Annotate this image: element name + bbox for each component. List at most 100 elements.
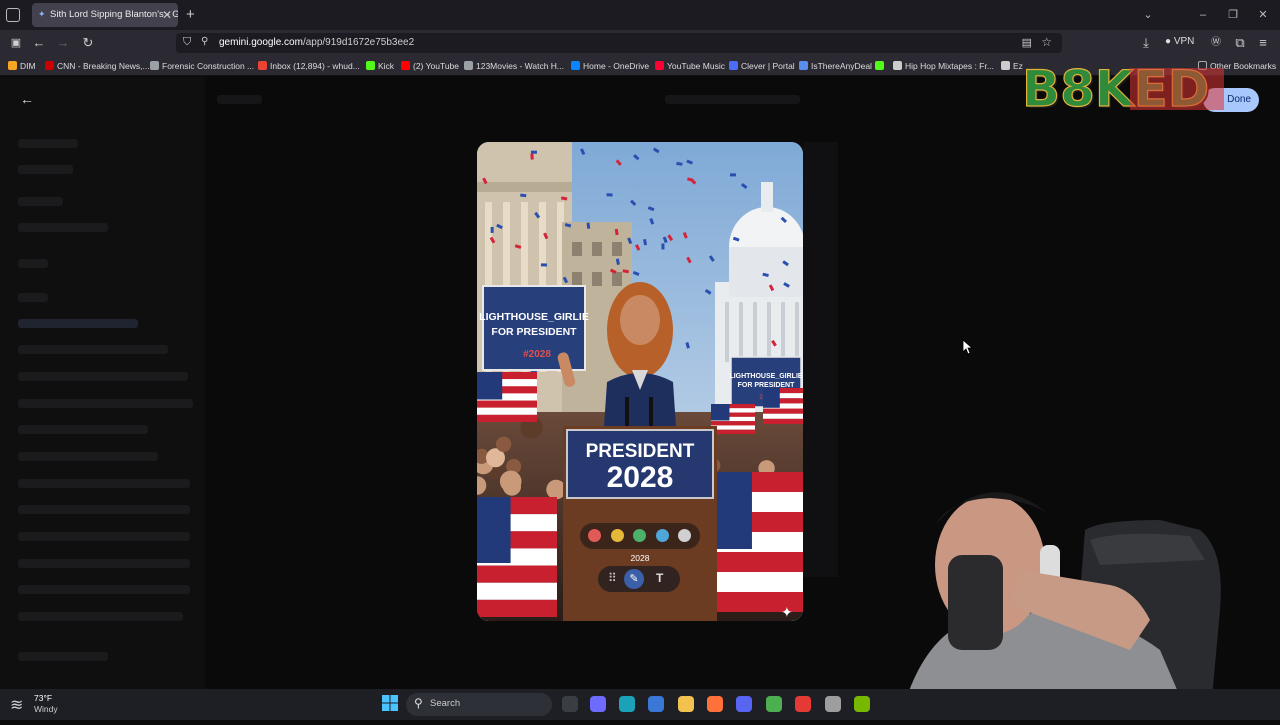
- back-arrow-icon[interactable]: ←: [20, 91, 34, 107]
- color-swatch[interactable]: [610, 529, 624, 542]
- bookmark-favicon-icon: [893, 61, 902, 70]
- youtube-app-icon[interactable]: [795, 696, 811, 712]
- sidebar-placeholder: [18, 612, 183, 621]
- menu-hamburger-icon[interactable]: ≡: [1252, 30, 1274, 56]
- bookmark-item[interactable]: CNN - Breaking News,...: [45, 56, 150, 76]
- reload-icon[interactable]: ↻: [77, 30, 99, 56]
- bookmark-item[interactable]: Clever | Portal: [729, 56, 795, 76]
- minimize-icon[interactable]: –: [1188, 0, 1218, 30]
- tab-title: Sith Lord Sipping Blanton's - G: [50, 9, 178, 20]
- bookmark-label: Home - OneDrive: [583, 61, 650, 71]
- bookmark-item[interactable]: Inbox (12,894) - whud...: [258, 56, 360, 76]
- main-placeholder: [217, 95, 262, 104]
- sidebar-placeholder: [18, 585, 190, 594]
- site-info-icon[interactable]: ⚲: [201, 36, 208, 47]
- store-icon[interactable]: [648, 696, 664, 712]
- bookmark-favicon-icon: [571, 61, 580, 70]
- bookmark-item[interactable]: Forensic Construction ...: [150, 56, 254, 76]
- sidebar-placeholder: [18, 532, 190, 541]
- bookmark-item[interactable]: Ez: [1001, 56, 1023, 76]
- tab-list-icon[interactable]: [6, 8, 20, 22]
- bookmark-item[interactable]: Kick: [366, 56, 394, 76]
- task-view-icon[interactable]: [562, 696, 578, 712]
- sidebar-placeholder: [18, 345, 168, 354]
- bookmark-item[interactable]: 123Movies - Watch H...: [464, 56, 564, 76]
- bookmark-label: Kick: [378, 61, 395, 71]
- bookmark-favicon-icon: [655, 61, 664, 70]
- bookmark-label: DIM: [20, 61, 36, 71]
- firefox-icon[interactable]: [707, 696, 723, 712]
- shield-icon[interactable]: ⛉: [183, 36, 191, 49]
- bookmark-item[interactable]: DIM: [8, 56, 36, 76]
- edit-tools: ⠿ ✎ T: [598, 566, 680, 592]
- restore-icon[interactable]: ❐: [1218, 0, 1248, 30]
- bookmark-label: Clever | Portal: [741, 61, 795, 71]
- bookmark-item[interactable]: Hip Hop Mixtapes : Fr...: [893, 56, 994, 76]
- file-explorer-icon[interactable]: [678, 696, 694, 712]
- sidebar-placeholder: [18, 293, 48, 302]
- copilot-icon[interactable]: [590, 696, 606, 712]
- tab-overflow-chevron-icon[interactable]: ⌄: [1133, 0, 1163, 30]
- sidebar-dimmed: ←: [0, 77, 205, 689]
- text-tool-icon[interactable]: T: [656, 571, 663, 585]
- back-arrow-icon[interactable]: ←: [28, 30, 50, 56]
- bookmark-label: CNN - Breaking News,...: [57, 61, 150, 71]
- account-icon[interactable]: Ⓦ: [1205, 30, 1227, 56]
- sidebar-placeholder: [18, 425, 148, 434]
- windows-start-icon[interactable]: [381, 694, 401, 714]
- bookmark-favicon-icon: [799, 61, 808, 70]
- sparkle-icon: ✦: [781, 604, 793, 620]
- bookmark-label: (2) YouTube: [413, 61, 459, 71]
- bookmark-favicon-icon: [401, 61, 410, 70]
- downloads-icon[interactable]: ⤓: [1135, 30, 1157, 56]
- bookmark-favicon-icon: [8, 61, 17, 70]
- forward-arrow-icon[interactable]: →: [52, 30, 74, 56]
- color-swatch[interactable]: [588, 529, 601, 542]
- sidebar-placeholder: [18, 259, 48, 268]
- gemini-favicon-icon: ✦: [38, 9, 46, 19]
- bookmark-item[interactable]: Home - OneDrive: [571, 56, 649, 76]
- bookmark-item[interactable]: YouTube Music: [655, 56, 725, 76]
- color-swatch[interactable]: [678, 529, 691, 542]
- bookmark-label: Hip Hop Mixtapes : Fr...: [905, 61, 994, 71]
- navigation-toolbar: ▣ ← → ↻ ⛉ ⚲ gemini.google.com/app/919d16…: [0, 30, 1280, 56]
- sidebar-placeholder: [18, 319, 138, 328]
- chrome-icon[interactable]: [766, 696, 782, 712]
- streamer-logo: B8KED B8KED: [1022, 62, 1224, 118]
- bookmark-item[interactable]: (2) YouTube: [401, 56, 459, 76]
- nvidia-icon[interactable]: [854, 696, 870, 712]
- podium-line1: PRESIDENT: [586, 441, 695, 462]
- settings-icon[interactable]: [825, 696, 841, 712]
- bookmark-favicon-icon: [45, 61, 54, 70]
- generated-image[interactable]: LIGHTHOUSE_GIRLIE FOR PRESIDENT #2028 LI…: [477, 142, 803, 621]
- sign-left-line2: FOR PRESIDENT: [491, 326, 577, 338]
- close-window-icon[interactable]: ✕: [1248, 0, 1278, 30]
- color-swatch[interactable]: [633, 529, 646, 542]
- edge-icon[interactable]: [619, 696, 635, 712]
- discord-icon[interactable]: [736, 696, 752, 712]
- close-tab-icon[interactable]: ✕: [162, 3, 172, 27]
- color-swatch[interactable]: [655, 529, 669, 542]
- bookmark-item[interactable]: [875, 56, 887, 76]
- canvas-panel: [803, 142, 838, 577]
- search-icon: ⚲: [414, 696, 423, 710]
- sign-left-line3: #2028: [523, 349, 551, 360]
- address-bar[interactable]: ⛉ ⚲ gemini.google.com/app/919d1672e75b3e…: [176, 33, 1062, 53]
- browser-tab-active[interactable]: ✦ Sith Lord Sipping Blanton's - G ✕: [32, 3, 178, 27]
- reader-view-icon[interactable]: ▤: [1022, 36, 1032, 49]
- bookmark-star-icon[interactable]: ☆: [1041, 35, 1052, 49]
- draw-tool-icon[interactable]: ✎: [624, 569, 644, 589]
- extensions-icon[interactable]: ⧉: [1229, 30, 1251, 56]
- new-tab-icon[interactable]: +: [186, 6, 195, 23]
- bookmark-label: YouTube Music: [667, 61, 725, 71]
- taskbar-search[interactable]: ⚲ Search: [406, 693, 552, 716]
- bookmark-item[interactable]: IsThereAnyDeal: [799, 56, 872, 76]
- vpn-shield-icon: ●: [1165, 36, 1172, 47]
- sidebar-toggle-icon[interactable]: ▣: [5, 30, 27, 56]
- main-placeholder: [665, 95, 800, 104]
- drag-handle-icon[interactable]: ⠿: [608, 571, 617, 585]
- url-text: gemini.google.com/app/919d1672e75b3ee2: [219, 37, 415, 48]
- bookmark-favicon-icon: [150, 61, 159, 70]
- vpn-button[interactable]: ● VPN: [1165, 36, 1194, 47]
- podium-lower-label: 2028: [631, 553, 650, 563]
